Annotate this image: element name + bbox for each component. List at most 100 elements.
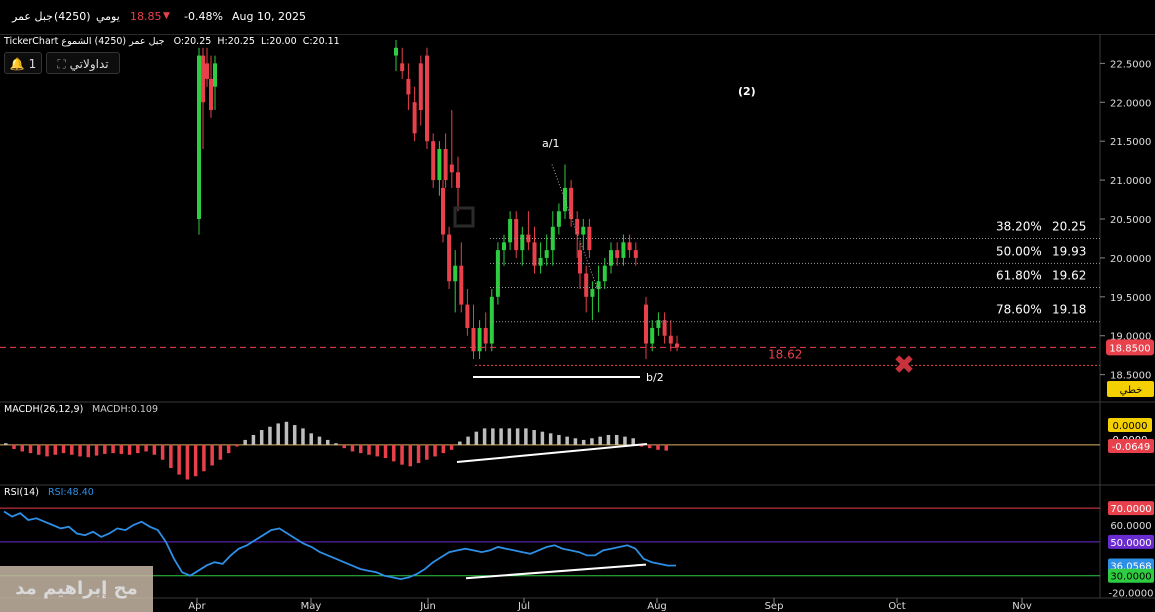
candle-body (437, 148, 442, 181)
fib-level-value: 19.93 (1052, 244, 1086, 258)
macd-bar (433, 444, 437, 457)
wave-label-b2: b/2 (646, 371, 664, 384)
macd-bar (53, 444, 58, 455)
macd-bar (210, 444, 214, 466)
macd-bar (301, 428, 305, 445)
y-tick-label: 20.0000 (1110, 254, 1151, 265)
y-tick-label: 19.5000 (1110, 293, 1151, 304)
macd-bar (515, 428, 520, 445)
candle-body (514, 219, 519, 251)
candle-body (418, 63, 423, 111)
rsi-label: 70.0000 (1110, 504, 1151, 515)
macd-bar (243, 439, 247, 445)
candle-body (425, 55, 429, 142)
y-tick-label: 21.5000 (1110, 137, 1151, 148)
candle-body (668, 335, 673, 344)
macd-bar (507, 428, 512, 445)
watermark: مح إبراهيم مد (0, 566, 153, 612)
candle-body (443, 148, 448, 181)
candle-body (483, 327, 488, 344)
fib-level-value: 19.18 (1052, 303, 1086, 317)
x-tick-label: Jun (419, 601, 436, 612)
candle-body (520, 234, 525, 251)
candle-body (394, 47, 398, 56)
macd-bar (482, 428, 487, 445)
macd-bar (664, 444, 668, 451)
rsi-label: 30.0000 (1110, 572, 1151, 583)
macd-bar (325, 439, 330, 445)
x-tick-label: Aug (647, 601, 667, 612)
macd-bar (532, 430, 536, 445)
x-tick-label: Sep (765, 601, 784, 612)
candle-body (431, 141, 436, 181)
macd-bar (218, 444, 223, 460)
macd-bar (317, 436, 322, 445)
support-level-label: 18.62 (768, 347, 802, 361)
candle-body (213, 63, 217, 87)
macd-bar (350, 444, 355, 452)
candle-body (205, 63, 209, 79)
macd-bar (590, 438, 594, 445)
macd-bar (185, 444, 190, 480)
macd-bar (606, 434, 611, 445)
macd-bar (284, 421, 289, 445)
macd-label: -0.0649 (1112, 442, 1151, 453)
y-tick-label: 21.0000 (1110, 176, 1151, 187)
macd-bar (623, 436, 627, 445)
candle-body (197, 55, 201, 219)
macd-bar (235, 444, 239, 447)
candle-body (489, 296, 494, 344)
macd-bar (12, 444, 16, 449)
macd-bar (491, 428, 495, 445)
macd-bar (631, 438, 635, 445)
macd-bar (466, 436, 470, 445)
candle-body (209, 78, 213, 111)
macd-bar (45, 444, 49, 457)
wave-label-2: (2) (738, 85, 756, 98)
candle-body (581, 226, 586, 235)
macd-bar (4, 443, 8, 445)
macd-bar (251, 434, 256, 445)
macd-bar (441, 444, 446, 454)
macd-bar (400, 444, 404, 465)
macd-bar (94, 444, 99, 456)
macd-bar (656, 444, 660, 450)
candle-body (615, 250, 620, 258)
macd-title: MACDH(26,12,9) (4, 404, 83, 415)
candle-body (459, 265, 464, 305)
candle-body (556, 211, 561, 227)
macd-bar (226, 444, 231, 454)
x-tick-label: Oct (888, 601, 905, 612)
macd-bar (557, 434, 561, 445)
y-tick-label: 20.5000 (1110, 215, 1151, 226)
macd-bar (565, 436, 569, 445)
macd-bar (37, 444, 41, 455)
candle-body (449, 164, 454, 173)
candle-body (441, 187, 445, 235)
macd-bar (268, 426, 272, 445)
macd-bar (416, 444, 421, 464)
candle-body (412, 102, 417, 134)
macd-bar (573, 438, 578, 445)
macd-bar (144, 444, 148, 452)
macd-bar (367, 444, 371, 455)
chart-canvas[interactable]: 22.5000 22.0000 21.5000 21.0000 20.5000 20.00… (0, 0, 1155, 612)
candle-body (662, 320, 667, 336)
fib-level-pct: 38.20% (996, 219, 1042, 233)
candle-body (621, 242, 626, 258)
rsi-title: RSI(14) (4, 487, 39, 498)
macd-bar (28, 444, 33, 454)
macd-bar (474, 431, 479, 445)
macd-bar (598, 436, 602, 445)
candle-body (544, 250, 549, 258)
candle-body (563, 187, 567, 212)
macd-value: MACDH:0.109 (92, 404, 158, 415)
wave-label-a1: a/1 (542, 137, 559, 150)
macd-bar (127, 444, 132, 455)
macd-bar (103, 444, 107, 454)
macd-bar (193, 444, 198, 477)
macd-bar (61, 444, 66, 454)
macd-bar (276, 423, 280, 445)
rsi-label: 60.0000 (1110, 521, 1151, 532)
fib-level-pct: 78.60% (996, 303, 1042, 317)
